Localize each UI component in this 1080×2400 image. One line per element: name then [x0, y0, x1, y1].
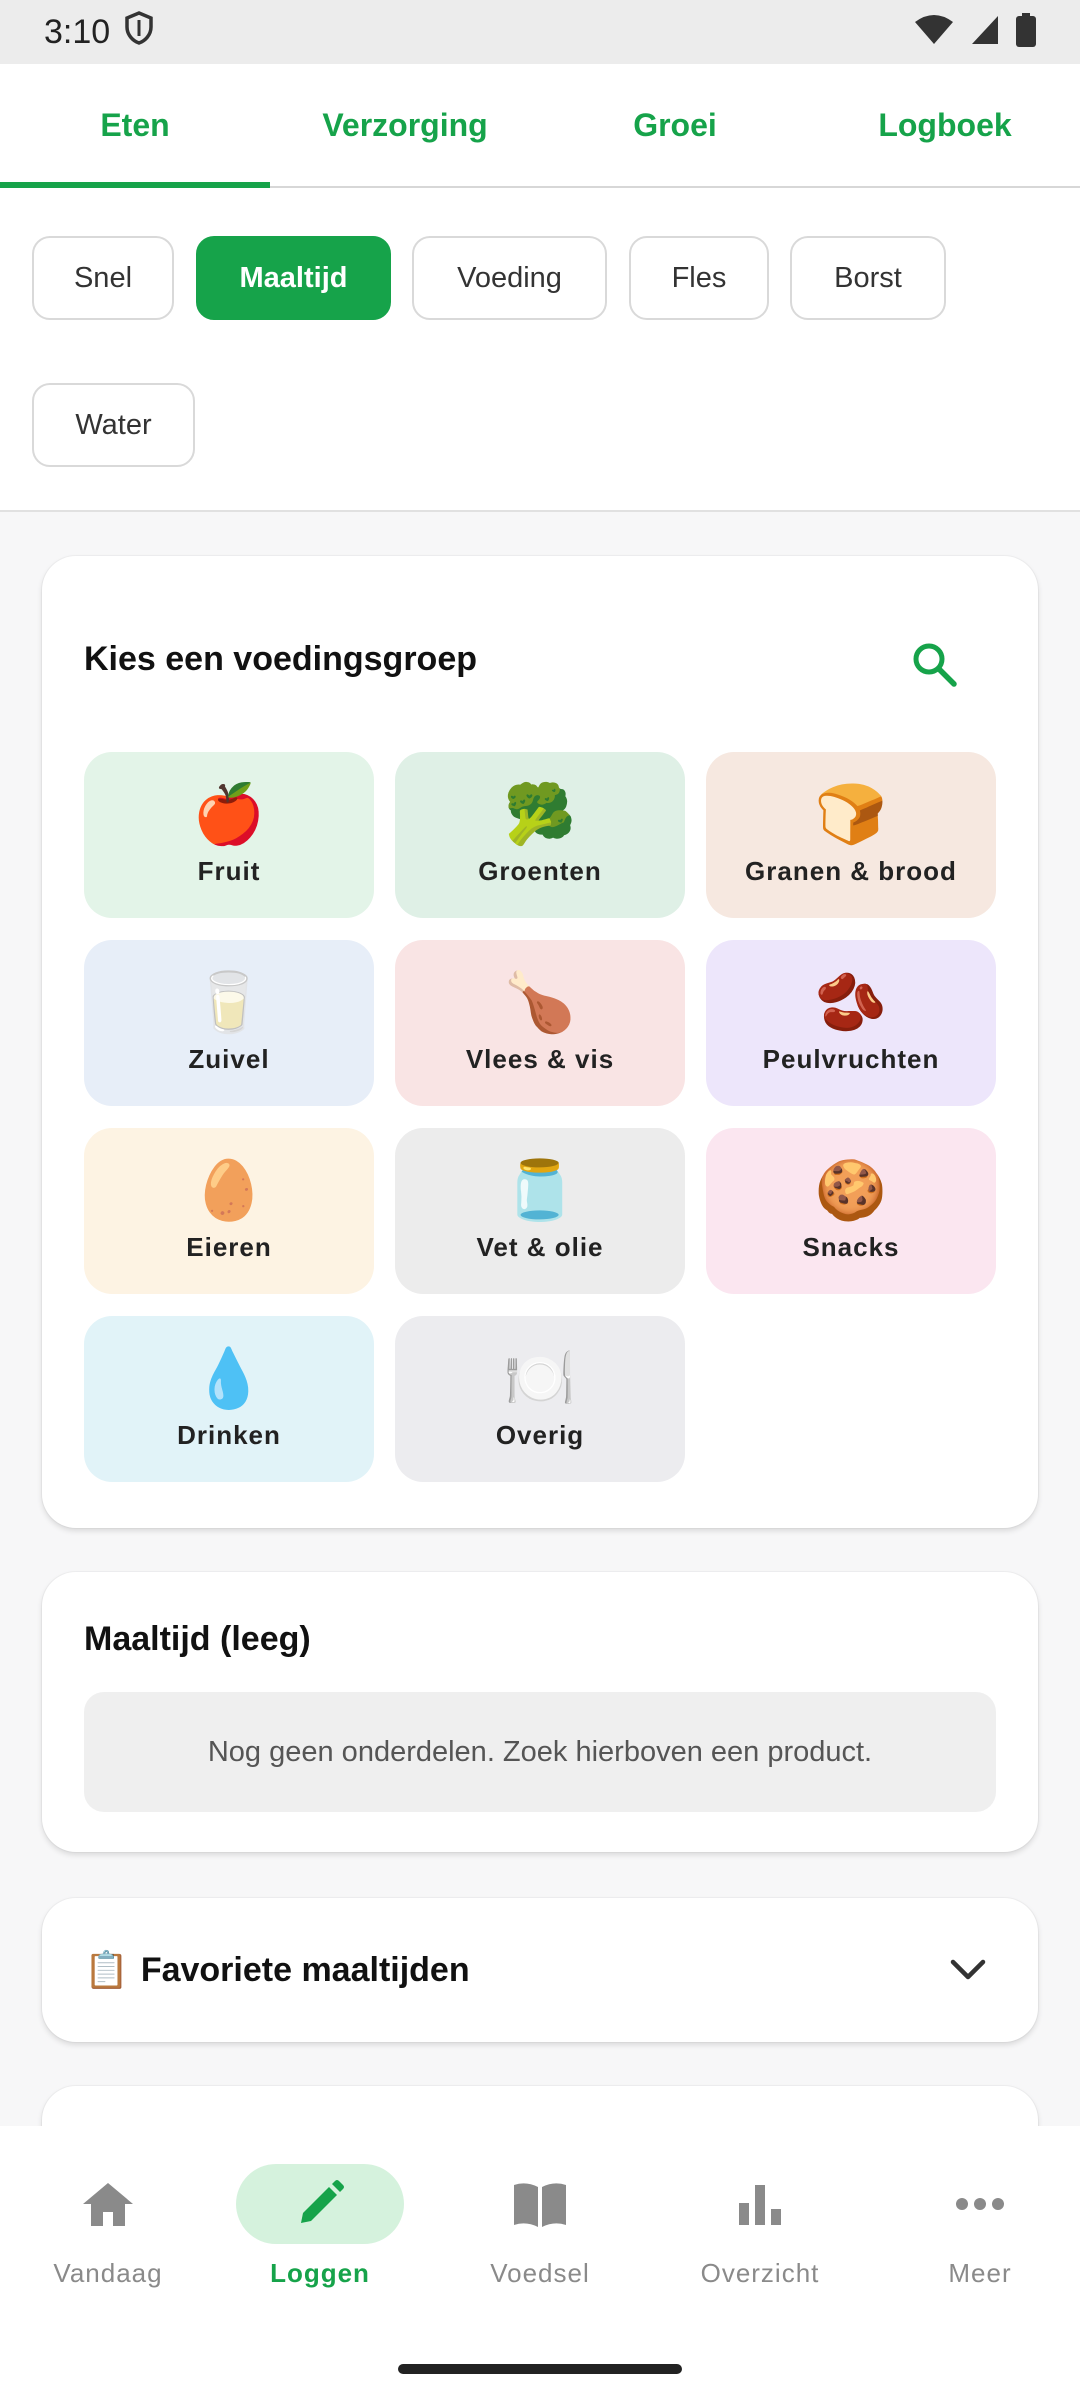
nav-overzicht[interactable]: Overzicht — [652, 2164, 868, 2289]
more-dots-icon — [896, 2164, 1064, 2244]
food-group-label: Peulvruchten — [762, 1043, 940, 1074]
food-group-label: Vlees & vis — [465, 1043, 615, 1074]
chip-fles[interactable]: Fles — [629, 236, 769, 320]
chip-maaltijd[interactable]: Maaltijd — [196, 236, 391, 320]
food-group-label: Vet & olie — [476, 1231, 604, 1262]
status-icons — [914, 12, 1036, 52]
poultry-leg-icon: 🍗 — [503, 969, 577, 1035]
food-group-label: Zuivel — [188, 1043, 270, 1074]
chip-snel[interactable]: Snel — [32, 236, 174, 320]
shield-icon — [124, 10, 154, 54]
food-group-overig[interactable]: 🍽️ Overig — [395, 1316, 685, 1482]
nav-loggen[interactable]: Loggen — [212, 2164, 428, 2289]
food-group-label: Granen & brood — [745, 855, 957, 886]
status-time: 3:10 — [44, 12, 111, 51]
food-group-granen-brood[interactable]: 🍞 Granen & brood — [706, 752, 996, 918]
log-type-chips: Snel Maaltijd Voeding Fles Borst Water — [0, 188, 1080, 512]
pencil-icon — [236, 2164, 404, 2244]
plate-cutlery-icon: 🍽️ — [503, 1345, 577, 1411]
search-icon[interactable] — [904, 634, 964, 694]
tab-eten[interactable]: Eten — [0, 64, 270, 188]
nav-label: Voedsel — [490, 2258, 590, 2288]
beans-icon: 🫘 — [814, 969, 888, 1035]
food-group-groenten[interactable]: 🥦 Groenten — [395, 752, 685, 918]
tab-verzorging[interactable]: Verzorging — [270, 64, 540, 186]
food-group-card: Kies een voedingsgroep 🍎 Fruit 🥦 Groente… — [42, 556, 1038, 1528]
favorites-title: Favoriete maaltijden — [140, 1950, 470, 1989]
milk-icon: 🥛 — [192, 969, 266, 1035]
top-tab-bar: Eten Verzorging Groei Logboek — [0, 64, 1080, 188]
nav-voedsel[interactable]: Voedsel — [432, 2164, 648, 2289]
chevron-down-icon[interactable] — [942, 1944, 994, 1996]
nav-label: Meer — [948, 2258, 1012, 2288]
jar-icon: 🫙 — [503, 1157, 577, 1223]
cell-signal-icon — [970, 14, 1000, 51]
food-group-peulvruchten[interactable]: 🫘 Peulvruchten — [706, 940, 996, 1106]
food-group-label: Drinken — [177, 1419, 281, 1450]
food-group-drinken[interactable]: 💧 Drinken — [84, 1316, 374, 1482]
tab-groei[interactable]: Groei — [540, 64, 810, 186]
broccoli-icon: 🥦 — [503, 781, 577, 847]
favorites-header: 📋 Favoriete maaltijden — [84, 1898, 470, 2042]
nav-vandaag[interactable]: Vandaag — [0, 2164, 216, 2289]
food-group-vet-olie[interactable]: 🫙 Vet & olie — [395, 1128, 685, 1294]
food-group-fruit[interactable]: 🍎 Fruit — [84, 752, 374, 918]
food-group-label: Fruit — [197, 855, 261, 886]
nav-label: Overzicht — [700, 2258, 820, 2288]
egg-icon: 🥚 — [192, 1157, 266, 1223]
battery-icon — [1016, 12, 1036, 52]
food-group-snacks[interactable]: 🍪 Snacks — [706, 1128, 996, 1294]
apple-icon: 🍎 — [192, 781, 266, 847]
food-group-label: Groenten — [478, 855, 602, 886]
chip-voeding[interactable]: Voeding — [412, 236, 607, 320]
clipboard-icon: 📋 — [84, 1949, 129, 1990]
nav-label: Loggen — [270, 2258, 370, 2288]
bread-icon: 🍞 — [814, 781, 888, 847]
meal-title: Maaltijd (leeg) — [84, 1620, 311, 1658]
chip-water[interactable]: Water — [32, 383, 195, 467]
status-time-group: 3:10 — [44, 10, 154, 54]
tab-logboek[interactable]: Logboek — [810, 64, 1080, 186]
home-indicator[interactable] — [398, 2364, 682, 2374]
bar-chart-icon — [676, 2164, 844, 2244]
book-icon — [456, 2164, 624, 2244]
food-group-label: Eieren — [186, 1231, 272, 1262]
favorites-card[interactable]: 📋 Favoriete maaltijden — [42, 1898, 1038, 2042]
food-group-zuivel[interactable]: 🥛 Zuivel — [84, 940, 374, 1106]
food-group-label: Snacks — [802, 1231, 900, 1262]
nav-meer[interactable]: Meer — [872, 2164, 1080, 2289]
droplet-icon: 💧 — [192, 1345, 266, 1411]
food-group-vlees-vis[interactable]: 🍗 Vlees & vis — [395, 940, 685, 1106]
bottom-navigation: Vandaag Loggen Voedsel Overzicht Meer — [0, 2126, 1080, 2400]
food-group-title: Kies een voedingsgroep — [84, 640, 477, 678]
cookie-icon: 🍪 — [814, 1157, 888, 1223]
status-bar: 3:10 — [0, 0, 1080, 64]
food-group-label: Overig — [495, 1419, 585, 1450]
food-group-grid: 🍎 Fruit 🥦 Groenten 🍞 Granen & brood 🥛 Zu… — [84, 752, 996, 1482]
meal-empty-state: Nog geen onderdelen. Zoek hierboven een … — [84, 1692, 996, 1812]
nav-label: Vandaag — [53, 2258, 163, 2288]
home-icon — [24, 2164, 192, 2244]
chip-borst[interactable]: Borst — [790, 236, 946, 320]
food-group-eieren[interactable]: 🥚 Eieren — [84, 1128, 374, 1294]
meal-card: Maaltijd (leeg) Nog geen onderdelen. Zoe… — [42, 1572, 1038, 1852]
wifi-icon — [914, 14, 954, 51]
